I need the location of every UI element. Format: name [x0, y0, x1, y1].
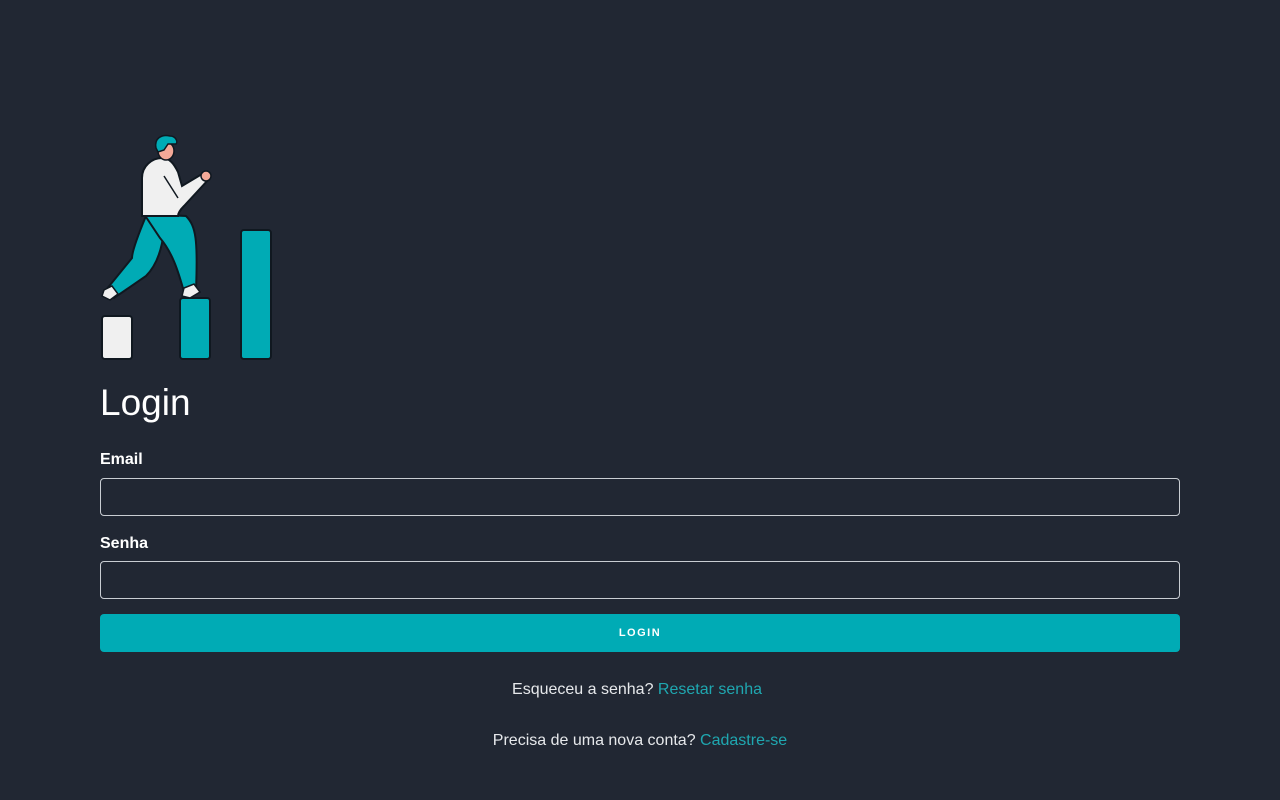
- reset-password-link[interactable]: Resetar senha: [658, 681, 762, 698]
- signup-line: Precisa de uma nova conta? Cadastre-se: [0, 731, 1280, 751]
- password-field[interactable]: [100, 561, 1180, 599]
- forgot-password-text: Esqueceu a senha?: [512, 681, 654, 698]
- email-field[interactable]: [100, 478, 1180, 516]
- torso: [141, 156, 210, 217]
- signup-link[interactable]: Cadastre-se: [700, 732, 787, 749]
- login-page: Login Email Senha LOGIN Esqueceu a senha…: [0, 0, 1280, 800]
- page-title: Login: [100, 382, 191, 423]
- tall-bar: [240, 229, 272, 360]
- password-label: Senha: [100, 535, 149, 552]
- light-bar: [101, 315, 133, 360]
- login-button[interactable]: LOGIN: [100, 614, 1180, 652]
- person-climbing-bars-illustration: [101, 134, 272, 360]
- forgot-password-line: Esqueceu a senha? Resetar senha: [0, 680, 1277, 700]
- signup-text: Precisa de uma nova conta?: [492, 732, 696, 749]
- hand: [200, 170, 212, 182]
- middle-bar: [179, 297, 211, 360]
- email-label: Email: [100, 451, 143, 468]
